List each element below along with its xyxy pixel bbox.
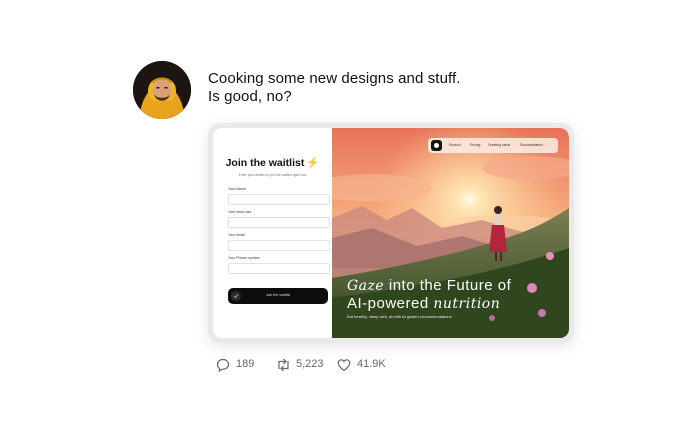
retweet-icon [278,358,289,372]
reply-count: 189 [236,358,255,370]
like-count: 41.9K [357,358,386,370]
waitlist-title: Join the waitlist ⚡ [213,156,332,169]
avatar-icon [133,61,191,119]
waitlist-form: Join the waitlist ⚡ Enter your details to… [213,128,332,338]
tweet-line-1: Cooking some new designs and stuff. [208,70,461,87]
nav-item-documentation[interactable]: Documentation [520,143,543,147]
headline-emphasis-1: Gaze [347,278,385,294]
headline-line-1: into the Future of [384,277,512,294]
hero-headline: Gaze into the Future of AI-powered nutri… [347,277,511,313]
avatar[interactable] [133,61,191,119]
join-waitlist-button[interactable]: Join the waitlist [228,288,328,304]
tweet-text: Cooking some new designs and stuff. Is g… [208,70,461,106]
hero-navbar: Product Pricing Greeting cards Documenta… [428,138,558,153]
nav-item-pricing[interactable]: Pricing [470,143,480,147]
retweet-count: 5,223 [296,358,324,370]
hero-subtext: Eat healthy, sleep well, all with AI gui… [347,314,453,319]
shoe-size-field[interactable] [228,217,330,228]
nav-item-greeting-cards[interactable]: Greeting cards [488,143,510,147]
design-preview: Join the waitlist ⚡ Enter your details to… [213,128,569,338]
lightning-icon: ⚡ [306,157,320,169]
shoe-size-label: Your shoe size [228,210,252,214]
nav-item-product[interactable]: Product [449,143,461,147]
email-label: Your email [228,233,245,237]
email-field[interactable] [228,240,330,251]
headline-line-2: AI-powered [347,295,434,312]
tweet-line-2: Is good, no? [208,88,292,105]
phone-field[interactable] [228,263,330,274]
name-label: Your Name [228,187,246,191]
reply-icon [216,358,230,372]
phone-label: Your Phone number [228,256,260,260]
brand-logo-icon[interactable] [431,140,442,151]
name-field[interactable] [228,194,330,205]
join-waitlist-label: Join the waitlist [265,293,291,297]
waitlist-subtitle: Enter your details to join the waitlist … [238,173,307,177]
hero-image: Product Pricing Greeting cards Documenta… [332,128,569,338]
waitlist-title-text: Join the waitlist [225,157,305,169]
design-preview-card[interactable]: Join the waitlist ⚡ Enter your details to… [208,123,574,343]
headline-emphasis-2: nutrition [433,296,501,312]
heart-icon [337,359,351,372]
